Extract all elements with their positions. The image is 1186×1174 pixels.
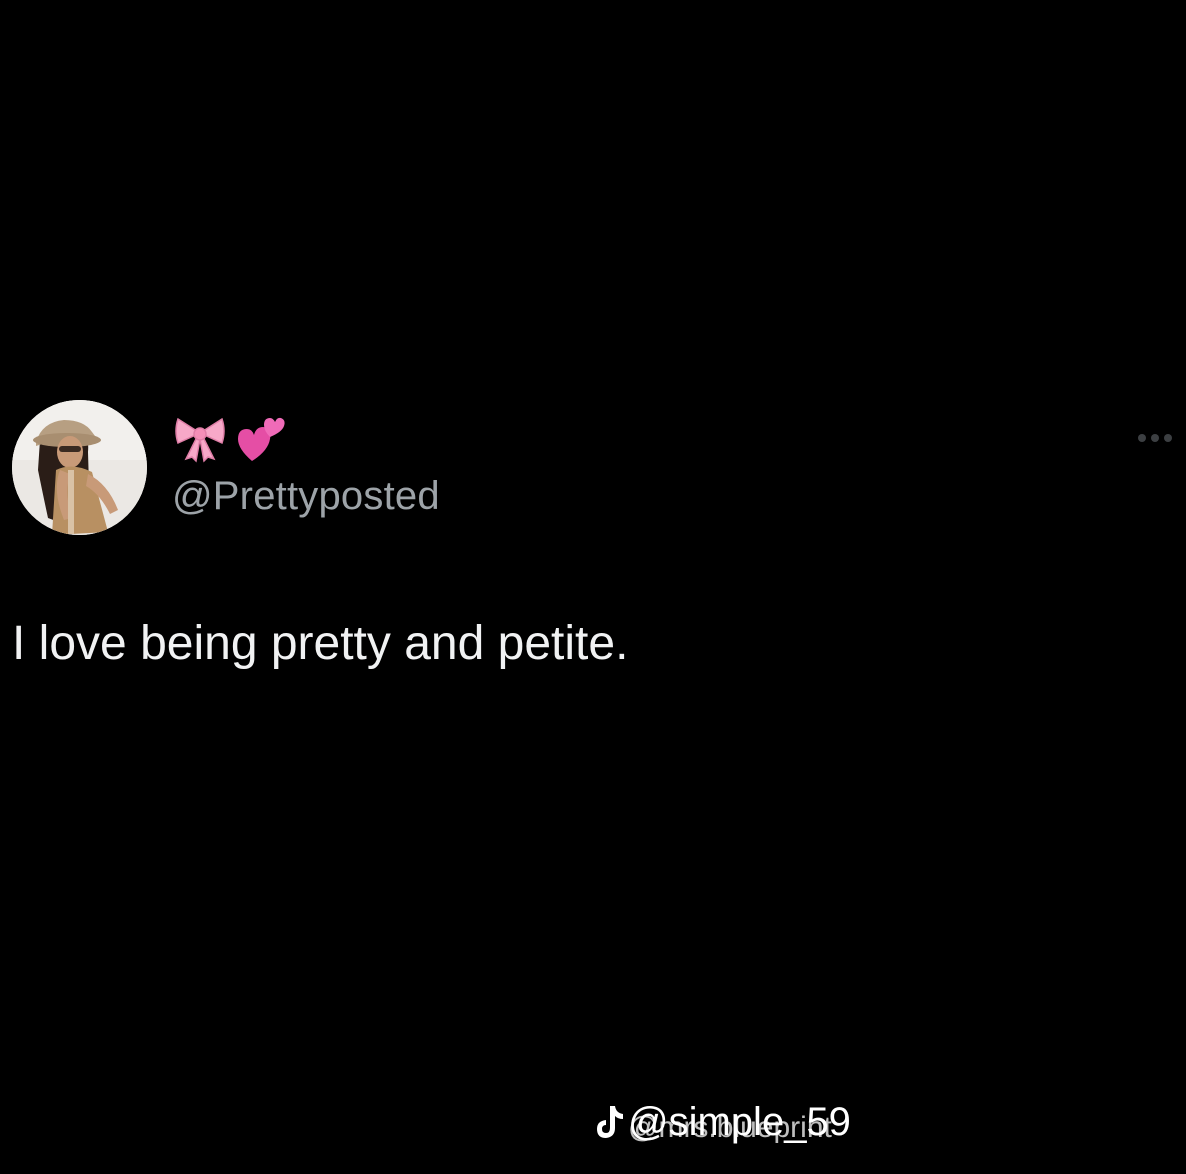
user-handle[interactable]: @Prettyposted [172, 472, 440, 520]
watermark-text: @mrs.blueprint @simple_59 [628, 1096, 928, 1152]
more-options-button[interactable] [1138, 428, 1184, 448]
ellipsis-icon [1151, 434, 1159, 442]
watermark-primary: @simple_59 [628, 1100, 851, 1144]
tiktok-icon [594, 1104, 624, 1145]
ellipsis-icon [1138, 434, 1146, 442]
avatar-photo [12, 400, 147, 535]
watermark: @mrs.blueprint @simple_59 [594, 1096, 928, 1152]
tweet-card: @Prettyposted I love being pretty and pe… [0, 0, 1186, 1174]
ribbon-icon [172, 413, 228, 468]
two-hearts-icon [234, 413, 286, 468]
display-name[interactable] [172, 414, 286, 466]
ellipsis-icon [1164, 434, 1172, 442]
tweet-text: I love being pretty and petite. [12, 617, 629, 670]
avatar[interactable] [12, 400, 147, 535]
